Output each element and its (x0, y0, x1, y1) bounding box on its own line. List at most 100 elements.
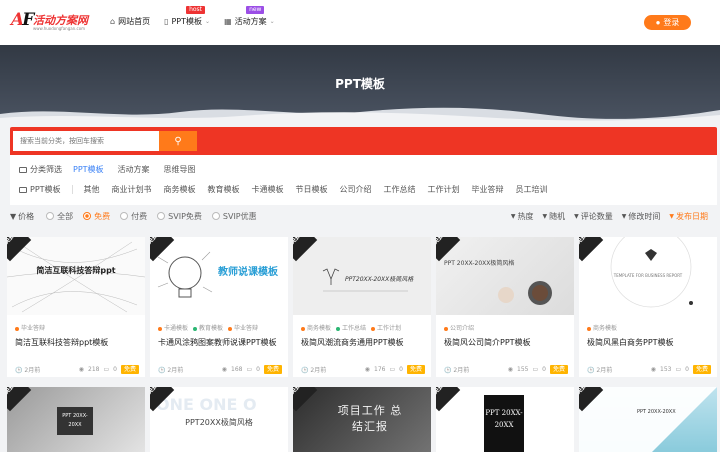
card-thumbnail[interactable]: PPT20XX-20XX极简风格 免费 (293, 237, 431, 315)
card-thumbnail[interactable]: ONE ONE O PPT20XX极简风格 免费 (150, 387, 288, 452)
nav-activity-plans[interactable]: new ▦ 活动方案 ⌄ (224, 6, 275, 27)
price-svip-discount-radio[interactable]: SVIP优惠 (211, 211, 257, 222)
views-count: 218 (88, 366, 100, 373)
template-card[interactable]: PPT 20XX-20XX极简风格 免费 公司介绍 极简风公司简介PPT模板 🕒… (436, 237, 574, 377)
page-title: PPT模板 (335, 77, 385, 91)
nav-ppt-templates[interactable]: host ▯ PPT模板 ⌄ (164, 6, 211, 27)
sort-comments[interactable]: ▼ 评论数量 (574, 211, 613, 222)
sort-arrow-icon: ▼ (669, 212, 674, 220)
card-tag[interactable]: 公司介绍 (444, 323, 474, 332)
radio-label: 全部 (57, 211, 74, 221)
radio-label: 付费 (131, 211, 148, 221)
sort-random[interactable]: ▼ 随机 (543, 211, 566, 222)
template-card[interactable]: 简洁互联科技答辩ppt 免费 毕业答辩 简洁互联科技答辩ppt模板 🕒 2月前 … (7, 237, 145, 377)
card-tag[interactable]: 卡通模板 (158, 323, 188, 332)
card-meta: 🕒 2月前 ◉ 176 ▭ 0 免费 (301, 365, 425, 374)
template-card[interactable]: 项目工作 总结汇报 免费 (293, 387, 431, 452)
subfilter-graduation[interactable]: 毕业答辩 (472, 184, 504, 195)
card-stats: ◉ 168 ▭ 0 免费 (222, 365, 282, 374)
card-title[interactable]: 卡通风涂鸦图案教师说课PPT模板 (158, 337, 277, 348)
subfilter-work-plan[interactable]: 工作计划 (428, 184, 460, 195)
template-card[interactable]: PPT 20XX- 20XX 免费 (436, 387, 574, 452)
price-free-radio[interactable]: 免费 (83, 211, 110, 222)
card-tag[interactable]: 教育模板 (193, 323, 223, 332)
price-svip-free-radio[interactable]: SVIP免费 (157, 211, 202, 222)
card-meta: 🕒 2月前 ◉ 168 ▭ 0 免费 (158, 365, 282, 374)
price-filter-head: ▼ 价格 (10, 211, 34, 222)
nav-home[interactable]: ⌂ 网站首页 (110, 16, 150, 27)
thumb-title: PPT20XX-20XX极简风格 (345, 276, 414, 283)
card-title[interactable]: 极简风潮流商务通用PPT模板 (301, 337, 404, 348)
search-bar: ⚲ (10, 127, 717, 155)
chevron-down-icon: ⌄ (205, 18, 211, 25)
subfilter-company-intro[interactable]: 公司介绍 (340, 184, 372, 195)
login-button[interactable]: ● 登录 (644, 15, 691, 30)
subfilter-other[interactable]: 其他 (84, 184, 100, 195)
card-thumbnail[interactable]: PPT 20XX-20XX极简风格 免费 (436, 237, 574, 315)
card-tag[interactable]: 商务模板 (587, 323, 617, 332)
template-card[interactable]: PPT 20XX-20XX 免费 (579, 387, 717, 452)
subfilter-cartoon[interactable]: 卡通模板 (252, 184, 284, 195)
subfilter-business[interactable]: 商务模板 (164, 184, 196, 195)
free-ribbon: 免费 (436, 387, 461, 412)
card-time: 🕒 2月前 (444, 367, 470, 374)
price-all-radio[interactable]: 全部 (46, 211, 73, 222)
price-badge: 免费 (549, 365, 568, 374)
card-tag[interactable]: 商务模板 (301, 323, 331, 332)
card-tag[interactable]: 毕业答辩 (228, 323, 258, 332)
card-title[interactable]: 极简风黑白商务PPT模板 (587, 337, 674, 348)
main-nav: ⌂ 网站首页 host ▯ PPT模板 ⌄ new ▦ 活动方案 ⌄ (110, 6, 275, 27)
subfilter-work-summary[interactable]: 工作总结 (384, 184, 416, 195)
card-thumbnail[interactable]: PPT 20XX-20XX 免费 (579, 387, 717, 452)
card-title[interactable]: 极简风公司简介PPT模板 (444, 337, 531, 348)
template-card[interactable]: TEMPLATE FOR BUSINESS REPORT 免费 商务模板 极简风… (579, 237, 717, 377)
sort-label: 随机 (549, 211, 566, 221)
free-ribbon-label: 免费 (150, 387, 160, 396)
tag-label: 卡通模板 (164, 325, 189, 332)
subfilter-education[interactable]: 教育模板 (208, 184, 240, 195)
tag-label: 教育模板 (199, 325, 224, 332)
sort-arrow-icon: ▼ (574, 212, 579, 220)
card-tag[interactable]: 毕业答辩 (15, 323, 45, 332)
site-logo[interactable]: AF 活动方案网 www.huodongfangan.com (11, 10, 93, 34)
template-card[interactable]: 教师说课模板 免费 卡通模板 教育模板 毕业答辩 卡通风涂鸦图案教师说课PPT模… (150, 237, 288, 377)
search-input[interactable] (13, 131, 159, 151)
sort-modified[interactable]: ▼ 修改时间 (622, 211, 661, 222)
card-thumbnail[interactable]: 项目工作 总结汇报 免费 (293, 387, 431, 452)
filter-ppt-templates[interactable]: PPT模板 (73, 164, 104, 175)
white-triangle-graphic (579, 387, 717, 452)
search-button[interactable]: ⚲ (159, 131, 197, 151)
subfilter-training[interactable]: 员工培训 (516, 184, 548, 195)
new-badge: new (246, 6, 265, 14)
subcategory-filter-head: PPT模板 (19, 184, 61, 195)
card-tag[interactable]: 工作总结 (336, 323, 366, 332)
subfilter-business-plan[interactable]: 商业计划书 (112, 184, 152, 195)
template-card[interactable]: PPT20XX-20XX极简风格 免费 商务模板 工作总结 工作计划 极简风潮流… (293, 237, 431, 377)
card-thumbnail[interactable]: TEMPLATE FOR BUSINESS REPORT 免费 (579, 237, 717, 315)
sort-published[interactable]: ▼ 发布日期 (669, 211, 708, 222)
thumb-title: PPT 20XX-20XX (637, 409, 676, 415)
template-card[interactable]: PPT 20XX-20XX 免费 (7, 387, 145, 452)
card-tag[interactable]: 工作计划 (371, 323, 401, 332)
card-thumbnail[interactable]: PPT 20XX-20XX 免费 (7, 387, 145, 452)
thumb-title: 项目工作 总结汇报 (337, 404, 403, 433)
card-time: 🕒 2月前 (15, 367, 41, 374)
sort-popularity[interactable]: ▼ 热度 (511, 211, 534, 222)
tag-label: 工作总结 (342, 325, 367, 332)
filter-activity-plans[interactable]: 活动方案 (118, 164, 150, 175)
tag-label: 公司介绍 (450, 325, 475, 332)
card-title[interactable]: 简洁互联科技答辩ppt模板 (15, 337, 108, 348)
sort-label: 评论数量 (580, 211, 613, 221)
price-paid-radio[interactable]: 付费 (120, 211, 147, 222)
card-stats: ◉ 218 ▭ 0 免费 (79, 365, 139, 374)
subfilter-holiday[interactable]: 节日模板 (296, 184, 328, 195)
free-ribbon-label: 免费 (579, 237, 589, 246)
card-thumbnail[interactable]: PPT 20XX- 20XX 免费 (436, 387, 574, 452)
filter-mind-maps[interactable]: 思维导图 (164, 164, 196, 175)
price-sort-bar: ▼ 价格 全部 免费 付费 SVIP免费 SVIP优惠 ▼ 热度 ▼ 随机 ▼ 评论数… (10, 207, 717, 225)
card-thumbnail[interactable]: 教师说课模板 免费 (150, 237, 288, 315)
thumb-title: TEMPLATE FOR BUSINESS REPORT (613, 273, 683, 278)
nav-ppt-label: PPT模板 (171, 17, 203, 26)
template-card[interactable]: ONE ONE O PPT20XX极简风格 免费 (150, 387, 288, 452)
card-thumbnail[interactable]: 简洁互联科技答辩ppt 免费 (7, 237, 145, 315)
